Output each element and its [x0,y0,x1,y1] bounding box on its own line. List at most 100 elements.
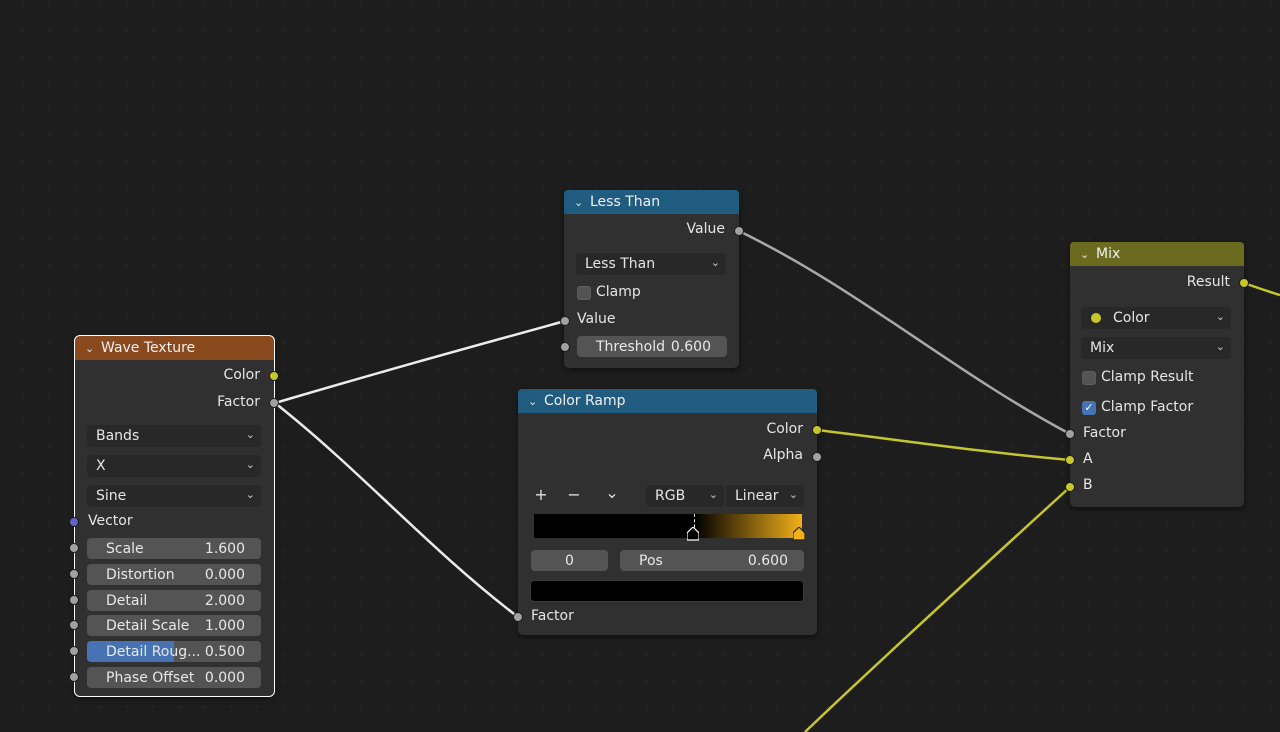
color-stop-handle-black[interactable] [686,526,700,541]
operation-dropdown[interactable]: Less Than ⌄ [576,253,726,275]
chevron-down-icon: ⌄ [1215,310,1225,323]
wave-factor-output-socket[interactable] [269,398,279,408]
color-ramp-alpha-output-socket[interactable] [812,452,822,462]
wave-detail-roughness-input-socket[interactable] [69,646,79,656]
dropdown-value: RGB [655,488,686,504]
output-color-label: Color [766,421,803,437]
interpolation-dropdown[interactable]: Linear ⌄ [726,485,804,507]
wave-detail-scale-input-socket[interactable] [69,620,79,630]
blend-mode-dropdown[interactable]: Mix ⌄ [1081,337,1231,359]
mix-header[interactable]: ⌄ Mix [1070,242,1244,266]
stop-marker-icon [686,526,700,541]
mix-b-input-socket[interactable] [1065,482,1075,492]
chevron-down-icon: ⌄ [788,488,798,501]
field-label: Distortion [106,566,175,583]
less-than-value-input-socket[interactable] [560,316,570,326]
output-result-label: Result [1186,274,1230,290]
node-title: Less Than [590,194,661,210]
color-ramp-color-output-socket[interactable] [812,425,822,435]
color-mode-dropdown[interactable]: RGB ⌄ [646,485,724,507]
chevron-down-icon: ⌄ [1215,340,1225,353]
ramp-menu-button[interactable]: ⌄ [601,483,623,503]
stop-index-field[interactable]: 0 [531,550,608,571]
color-stop-handle-orange[interactable] [792,526,806,541]
less-than-node[interactable]: ⌄ Less Than Value Less Than ⌄ Clamp Valu… [564,190,739,368]
chevron-down-icon[interactable]: ⌄ [528,395,544,408]
link-factor-to-color-ramp [274,402,519,618]
wave-detail-input-socket[interactable] [69,595,79,605]
input-factor-label: Factor [1083,425,1126,441]
field-value: 0.600 [670,338,711,355]
clamp-factor-checkbox[interactable]: ✓ [1082,401,1096,415]
field-label: Detail Scale [106,617,190,634]
direction-dropdown[interactable]: X ⌄ [87,455,261,477]
chevron-down-icon: ⌄ [245,458,255,471]
field-label: Scale [106,540,144,557]
field-value: 2.000 [204,592,245,609]
remove-stop-button[interactable]: − [563,485,585,505]
scale-field[interactable]: Scale 1.600 [87,538,261,559]
wave-distortion-input-socket[interactable] [69,569,79,579]
less-than-threshold-input-socket[interactable] [560,342,570,352]
detail-scale-field[interactable]: Detail Scale 1.000 [87,615,261,636]
detail-roughness-slider[interactable]: Detail Roug... 0.500 [87,641,261,662]
output-color-label: Color [223,367,260,383]
wave-vector-input-socket[interactable] [69,517,79,527]
chevron-down-icon[interactable]: ⌄ [85,342,101,355]
chevron-down-icon[interactable]: ⌄ [574,196,590,209]
dropdown-value: Color [1113,310,1150,326]
distortion-field[interactable]: Distortion 0.000 [87,564,261,585]
output-value-label: Value [686,221,725,237]
phase-offset-field[interactable]: Phase Offset 0.000 [87,667,261,688]
chevron-down-icon: ⌄ [245,488,255,501]
clamp-result-checkbox[interactable] [1082,371,1096,385]
clamp-factor-label: Clamp Factor [1101,399,1194,415]
clamp-label: Clamp [596,284,641,300]
chevron-down-icon: ⌄ [245,428,255,441]
chevron-down-icon: ⌄ [708,488,718,501]
mix-result-output-socket[interactable] [1239,278,1249,288]
color-socket-icon [1091,313,1101,323]
wave-texture-header[interactable]: ⌄ Wave Texture [75,336,274,360]
field-label: Detail Roug... [106,643,201,660]
dropdown-value: Linear [735,488,779,504]
wave-type-dropdown[interactable]: Bands ⌄ [87,425,261,447]
stop-position-field[interactable]: Pos 0.600 [620,550,804,571]
wave-color-output-socket[interactable] [269,371,279,381]
color-ramp-node[interactable]: ⌄ Color Ramp Color Alpha + − ⌄ RGB ⌄ Lin… [518,389,817,635]
profile-dropdown[interactable]: Sine ⌄ [87,485,261,507]
wave-scale-input-socket[interactable] [69,543,79,553]
dropdown-value: Bands [96,428,140,444]
wave-texture-node[interactable]: ⌄ Wave Texture Color Factor Bands ⌄ X ⌄ … [74,335,275,697]
stop-marker-icon [792,526,806,541]
output-factor-label: Factor [217,394,260,410]
detail-field[interactable]: Detail 2.000 [87,590,261,611]
mix-factor-input-socket[interactable] [1065,429,1075,439]
wave-phase-offset-input-socket[interactable] [69,672,79,682]
chevron-down-icon: ⌄ [710,256,720,269]
output-alpha-label: Alpha [763,447,803,463]
field-value: 0.600 [747,552,788,569]
node-title: Wave Texture [101,340,196,356]
less-than-header[interactable]: ⌄ Less Than [564,190,739,214]
data-type-dropdown[interactable]: Color ⌄ [1081,307,1231,329]
field-value: 0.000 [204,669,245,686]
field-label: Pos [639,552,663,569]
field-value: 1.600 [204,540,245,557]
add-stop-button[interactable]: + [530,485,552,505]
node-title: Mix [1096,246,1121,262]
field-label: Detail [106,592,148,609]
threshold-field[interactable]: Threshold 0.600 [577,336,727,357]
dropdown-value: Less Than [585,256,656,272]
chevron-down-icon[interactable]: ⌄ [1080,248,1096,261]
color-ramp-factor-input-socket[interactable] [513,612,523,622]
color-ramp-header[interactable]: ⌄ Color Ramp [518,389,817,413]
less-than-value-output-socket[interactable] [734,226,744,236]
mix-node[interactable]: ⌄ Mix Result Color ⌄ Mix ⌄ Clamp Result … [1070,242,1244,507]
stop-color-swatch[interactable] [530,580,804,602]
mix-a-input-socket[interactable] [1065,455,1075,465]
color-ramp-gradient[interactable] [534,514,802,538]
node-title: Color Ramp [544,393,626,409]
clamp-checkbox[interactable] [577,286,591,300]
input-b-label: B [1083,477,1093,493]
